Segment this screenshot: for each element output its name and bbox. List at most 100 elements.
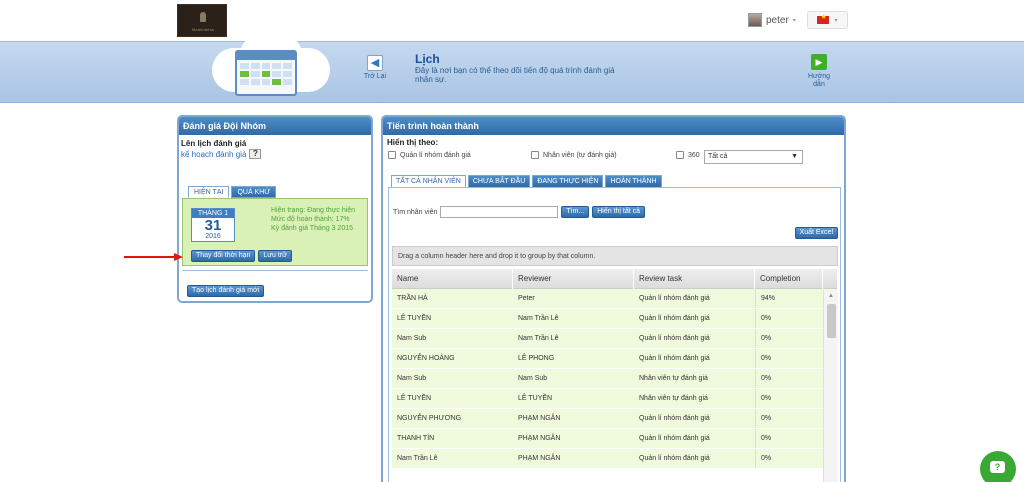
checkbox-icon[interactable]: [388, 151, 396, 159]
back-label: Trở Lại: [363, 73, 387, 80]
vietnam-flag-icon: [817, 13, 830, 24]
top-bar: Maleinbess peter ▾ ▾: [0, 0, 1024, 41]
cell-reviewer: LÊ PHONG: [518, 355, 555, 362]
chat-help-icon: ?: [990, 461, 1005, 473]
cell-completion: 0%: [755, 409, 823, 428]
select-value: Tất cả: [708, 153, 728, 160]
page-title: Lịch: [415, 52, 440, 66]
three-sixty-label: 360: [688, 151, 700, 159]
review-type-select[interactable]: Tất cả ▼: [704, 150, 803, 164]
team-review-panel: Đánh giá Đội Nhóm Lên lịch đánh giá kế h…: [177, 115, 373, 303]
help-button[interactable]: ?: [249, 149, 262, 159]
table-row[interactable]: NGUYỄN PHƯƠNG PHẠM NGÂN Quản lí nhóm đán…: [392, 409, 838, 429]
scroll-thumb[interactable]: [827, 304, 836, 338]
tab-past[interactable]: QUÁ KHỨ: [231, 186, 277, 198]
user-name: peter: [766, 14, 789, 26]
divider: [182, 270, 368, 271]
cell-completion: 0%: [755, 429, 823, 448]
cell-reviewer: Nam Trần Lê: [518, 335, 559, 342]
calendar-illustration-icon: [235, 50, 297, 96]
deadline-day: 31: [204, 217, 222, 234]
guide-label: Hướng dẫn: [807, 73, 831, 88]
search-bar: Tìm nhân viên Tìm... Hiển thị tất cả: [393, 206, 646, 218]
table-row[interactable]: NGUYỄN HOÀNG LÊ PHONG Quản lí nhóm đánh …: [392, 349, 838, 369]
table-scrollbar[interactable]: ▲: [823, 290, 838, 482]
save-button[interactable]: Lưu trữ: [258, 250, 292, 262]
red-arrow-icon: [124, 253, 184, 261]
scroll-up-icon[interactable]: ▲: [828, 293, 834, 299]
group-drop-zone[interactable]: Drag a column header here and drop it to…: [392, 246, 838, 266]
employee-table: Name Reviewer Review task Completion TRẦ…: [392, 269, 838, 482]
table-row[interactable]: THANH TÍN PHẠM NGÂN Quản lí nhóm đánh gi…: [392, 429, 838, 449]
cell-review-task: Nhân viên tự đánh giá: [639, 375, 708, 382]
search-button[interactable]: Tìm...: [561, 206, 590, 218]
play-icon: ▶: [811, 54, 827, 70]
table-row[interactable]: Nam Sub Nam Trần Lê Quản lí nhóm đánh gi…: [392, 329, 838, 349]
cell-name: TRẦN HÀ: [397, 295, 428, 302]
employee-grid-panel: Tìm nhân viên Tìm... Hiển thị tất cả Xuấ…: [388, 187, 841, 482]
cell-name: LÊ TUYỀN: [397, 315, 432, 322]
cell-name: NGUYỄN HOÀNG: [397, 355, 455, 362]
table-row[interactable]: Nam Trần Lê PHẠM NGÂN Quản lí nhóm đánh …: [392, 449, 838, 469]
cell-review-task: Quản lí nhóm đánh giá: [639, 315, 710, 322]
cell-review-task: Quản lí nhóm đánh giá: [639, 295, 710, 302]
cell-reviewer: PHẠM NGÂN: [518, 415, 561, 422]
schedule-label: Lên lịch đánh giá: [181, 139, 247, 148]
cell-name: THANH TÍN: [397, 435, 435, 442]
language-selector[interactable]: ▾: [807, 11, 848, 29]
checkbox-icon[interactable]: [676, 151, 684, 159]
deadline-calendar: THÁNG 1 31 2016: [191, 208, 235, 242]
table-row[interactable]: Nam Sub Nam Sub Nhân viên tự đánh giá 0%: [392, 369, 838, 389]
page-description: Đây là nơi bạn có thể theo dõi tiến độ q…: [415, 66, 615, 84]
cell-reviewer: Peter: [518, 295, 535, 302]
tab-current[interactable]: HIỆN TẠI: [188, 186, 230, 198]
deadline-year: 2016: [205, 233, 221, 240]
cell-completion: 0%: [755, 349, 823, 368]
search-input[interactable]: [440, 206, 559, 218]
export-excel-button[interactable]: Xuất Excel: [794, 227, 838, 239]
table-row[interactable]: LÊ TUYỀN LÊ TUYỀN Nhân viên tự đánh giá …: [392, 389, 838, 409]
column-header-name[interactable]: Name: [392, 269, 513, 289]
back-arrow-icon: ◀: [367, 55, 383, 71]
filter-row: Quản lí nhóm đánh giá Nhân viên (tự đánh…: [383, 150, 844, 164]
show-all-button[interactable]: Hiển thị tất cả: [592, 206, 646, 218]
self-review-filter[interactable]: Nhân viên (tự đánh giá): [531, 151, 617, 159]
table-header: Name Reviewer Review task Completion: [392, 269, 838, 289]
chat-button[interactable]: ?: [980, 451, 1016, 482]
new-schedule-button[interactable]: Tạo lịch đánh giá mới: [187, 285, 265, 297]
cell-completion: 0%: [755, 449, 823, 468]
guide-button[interactable]: ▶ Hướng dẫn: [805, 54, 833, 89]
three-sixty-filter[interactable]: 360: [676, 151, 700, 159]
table-row[interactable]: LÊ TUYỀN Nam Trần Lê Quản lí nhóm đánh g…: [392, 309, 838, 329]
cell-completion: 0%: [755, 329, 823, 348]
self-review-label: Nhân viên (tự đánh giá): [543, 151, 617, 159]
show-by-label: Hiển thị theo:: [387, 138, 439, 147]
table-row[interactable]: TRẦN HÀ Peter Quản lí nhóm đánh giá 94%: [392, 289, 838, 309]
cell-reviewer: Nam Sub: [518, 375, 548, 382]
cell-review-task: Quản lí nhóm đánh giá: [639, 355, 710, 362]
status-line: Hiện trạng: Đang thực hiện: [271, 207, 356, 214]
period-line: Kỳ đánh giá Tháng 3 2015: [271, 225, 353, 232]
checkbox-icon[interactable]: [531, 151, 539, 159]
cell-reviewer: PHẠM NGÂN: [518, 455, 561, 462]
column-header-completion[interactable]: Completion: [755, 269, 823, 289]
cell-review-task: Quản lí nhóm đánh giá: [639, 435, 710, 442]
column-header-reviewer[interactable]: Reviewer: [513, 269, 634, 289]
cell-name: Nam Sub: [397, 335, 427, 342]
team-manager-label: Quản lí nhóm đánh giá: [400, 151, 471, 159]
chevron-down-icon: ▾: [792, 17, 796, 24]
cell-review-task: Nhân viên tự đánh giá: [639, 395, 708, 402]
completion-line: Mức độ hoàn thành: 17%: [271, 216, 350, 223]
team-review-title: Đánh giá Đội Nhóm: [179, 117, 371, 135]
cell-reviewer: PHẠM NGÂN: [518, 435, 561, 442]
cell-name: LÊ TUYỀN: [397, 395, 432, 402]
user-menu[interactable]: peter ▾: [748, 12, 796, 28]
cell-completion: 0%: [755, 389, 823, 408]
review-plan-link[interactable]: kế hoạch đánh giá: [181, 150, 246, 159]
team-manager-filter[interactable]: Quản lí nhóm đánh giá: [388, 151, 471, 159]
chevron-down-icon: ▾: [834, 17, 838, 24]
back-button[interactable]: ◀ Trở Lại: [360, 55, 390, 80]
logo-mark-icon: [200, 12, 206, 22]
column-header-review-task[interactable]: Review task: [634, 269, 755, 289]
change-deadline-button[interactable]: Thay đổi thời hạn: [191, 250, 256, 262]
